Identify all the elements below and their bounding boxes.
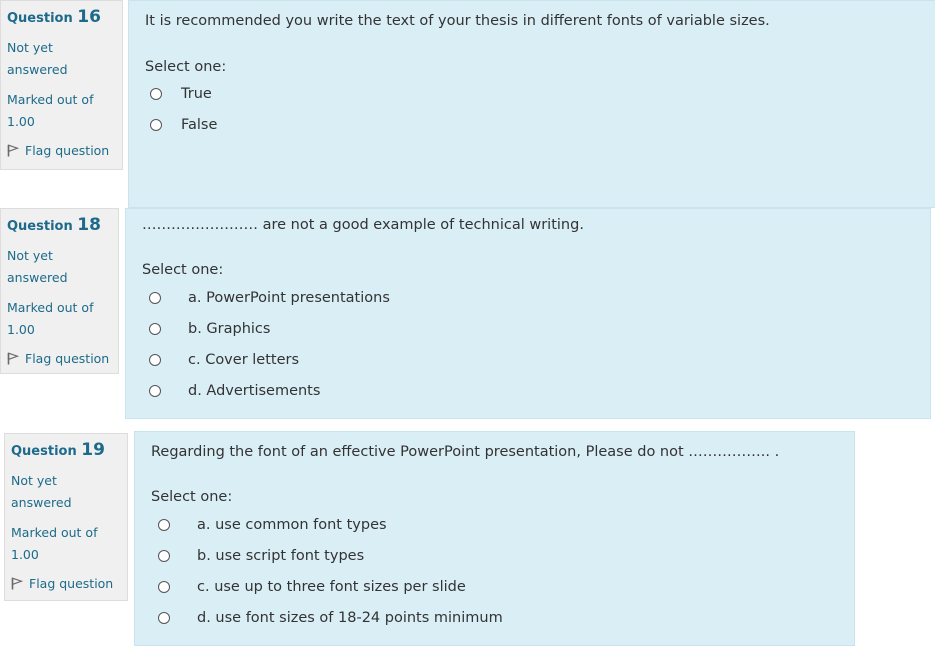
flag-question-link[interactable]: Flag question xyxy=(7,351,112,366)
radio-button[interactable] xyxy=(149,354,161,366)
question-number: Question 16 xyxy=(7,7,116,27)
flag-question-label: Flag question xyxy=(25,351,110,366)
question-text: It is recommended you write the text of … xyxy=(145,13,770,29)
select-one-prompt: Select one: xyxy=(151,489,233,505)
question-grade: Marked out of 1.00 xyxy=(11,525,98,562)
answer-option-label: d. Advertisements xyxy=(188,383,321,399)
answer-option[interactable]: d. use font sizes of 18-24 points minimu… xyxy=(158,610,503,626)
question-label: Question xyxy=(11,444,77,459)
radio-button[interactable] xyxy=(149,292,161,304)
question-content-18: …………………… are not a good example of techn… xyxy=(125,208,931,419)
radio-button[interactable] xyxy=(149,385,161,397)
answer-option[interactable]: a. PowerPoint presentations xyxy=(149,290,390,306)
question-info-19: Question 19 Not yet answered Marked out … xyxy=(4,433,128,601)
answer-option[interactable]: True xyxy=(150,86,212,102)
question-state: Not yet answered xyxy=(7,40,68,77)
answer-option-label: c. Cover letters xyxy=(188,352,300,368)
flag-question-label: Flag question xyxy=(25,143,110,158)
answer-option[interactable]: c. Cover letters xyxy=(149,352,299,368)
question-state: Not yet answered xyxy=(7,248,68,285)
radio-button[interactable] xyxy=(158,519,170,531)
question-label: Question xyxy=(7,219,73,234)
flag-icon xyxy=(11,577,23,590)
flag-question-label: Flag question xyxy=(29,576,114,591)
answer-option-label: d. use font sizes of 18-24 points minimu… xyxy=(197,610,503,626)
radio-button[interactable] xyxy=(158,612,170,624)
question-grade: Marked out of 1.00 xyxy=(7,92,94,129)
question-content-19: Regarding the font of an effective Power… xyxy=(134,431,855,646)
question-info-18: Question 18 Not yet answered Marked out … xyxy=(0,208,119,374)
radio-button[interactable] xyxy=(150,119,162,131)
question-state: Not yet answered xyxy=(11,473,72,510)
question-info-16: Question 16 Not yet answered Marked out … xyxy=(0,0,123,170)
answer-option[interactable]: b. use script font types xyxy=(158,548,364,564)
question-text: …………………… are not a good example of techn… xyxy=(142,217,584,233)
question-content-16: It is recommended you write the text of … xyxy=(128,0,935,208)
radio-button[interactable] xyxy=(150,88,162,100)
answer-option-label: True xyxy=(181,86,212,102)
answer-option[interactable]: False xyxy=(150,117,217,133)
question-number-value: 19 xyxy=(81,440,105,460)
answer-option-label: a. PowerPoint presentations xyxy=(188,290,390,306)
answer-option-label: a. use common font types xyxy=(197,517,387,533)
select-one-prompt: Select one: xyxy=(142,262,224,278)
answer-option-label: c. use up to three font sizes per slide xyxy=(197,579,466,595)
flag-icon xyxy=(7,144,19,157)
select-one-prompt: Select one: xyxy=(145,59,227,75)
radio-button[interactable] xyxy=(158,550,170,562)
question-grade: Marked out of 1.00 xyxy=(7,300,94,337)
answer-option[interactable]: c. use up to three font sizes per slide xyxy=(158,579,466,595)
radio-button[interactable] xyxy=(158,581,170,593)
flag-question-link[interactable]: Flag question xyxy=(11,576,121,591)
flag-question-link[interactable]: Flag question xyxy=(7,143,116,158)
answer-option[interactable]: d. Advertisements xyxy=(149,383,320,399)
question-label: Question xyxy=(7,11,73,26)
question-number: Question 18 xyxy=(7,215,112,235)
flag-icon xyxy=(7,352,19,365)
question-number: Question 19 xyxy=(11,440,121,460)
answer-option-label: False xyxy=(181,117,218,133)
answer-option[interactable]: b. Graphics xyxy=(149,321,270,337)
question-number-value: 16 xyxy=(77,7,101,27)
question-text: Regarding the font of an effective Power… xyxy=(151,444,780,460)
answer-option[interactable]: a. use common font types xyxy=(158,517,387,533)
question-number-value: 18 xyxy=(77,215,101,235)
radio-button[interactable] xyxy=(149,323,161,335)
answer-option-label: b. Graphics xyxy=(188,321,271,337)
answer-option-label: b. use script font types xyxy=(197,548,365,564)
